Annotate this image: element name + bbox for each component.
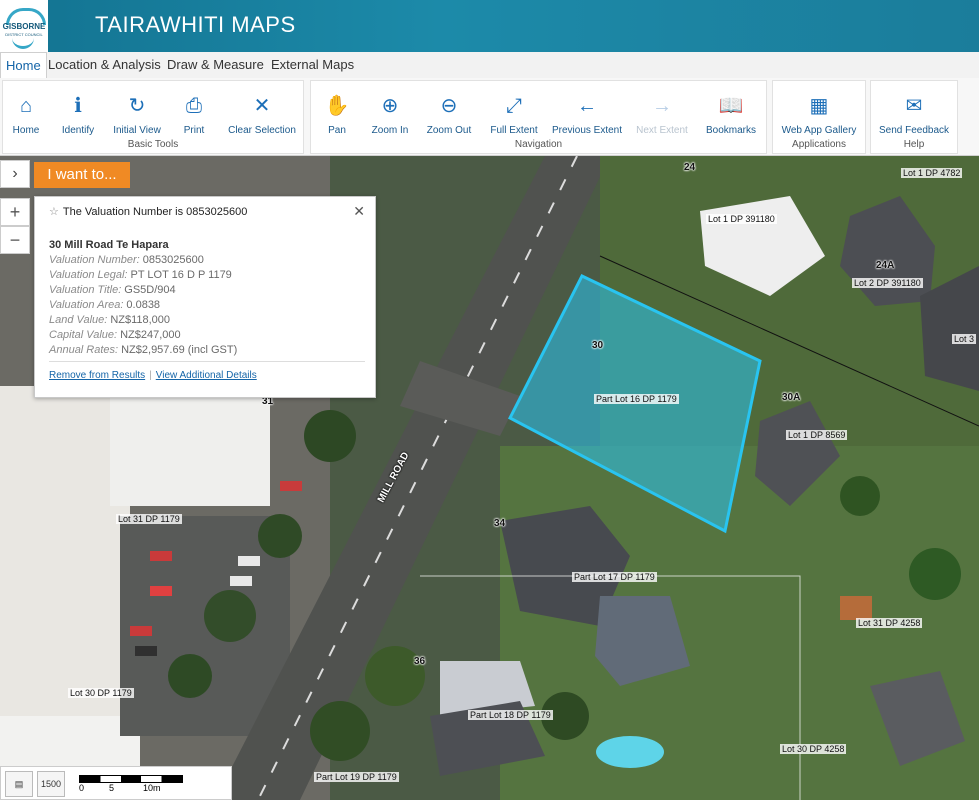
zoom-in-map-button[interactable]: + xyxy=(0,198,30,226)
popup-links: Remove from Results | View Additional Deta… xyxy=(49,361,365,381)
lot-label: Lot 1 DP 391180 xyxy=(706,214,777,224)
remove-from-results-link[interactable]: Remove from Results xyxy=(49,370,145,381)
popup-row: Valuation Legal: PT LOT 16 D P 1179 xyxy=(49,269,232,281)
pan-hand-icon: ✋ xyxy=(324,95,350,117)
popup-row: Valuation Area: 0.0838 xyxy=(49,299,161,311)
group-applications: ▦ Web App Gallery Applications xyxy=(772,80,866,154)
web-app-gallery-button[interactable]: ▦ Web App Gallery xyxy=(777,93,861,136)
identify-button[interactable]: ℹ Identify xyxy=(53,93,103,136)
ribbon-tabs: Home Location & Analysis Draw & Measure … xyxy=(0,52,979,79)
lot-label: Part Lot 17 DP 1179 xyxy=(572,572,657,582)
zoom-out-icon: ⊖ xyxy=(440,95,458,117)
house-number-36: 36 xyxy=(414,656,426,667)
lot-label: Lot 1 DP 8569 xyxy=(786,430,848,440)
initial-view-button[interactable]: ↻ Initial View xyxy=(107,93,167,136)
group-label-help: Help xyxy=(903,139,925,150)
app-banner: GISBORNE DISTRICT COUNCIL TAIRAWHITI MAP… xyxy=(0,0,979,52)
print-icon: ⎙ xyxy=(186,95,202,117)
group-navigation: ✋ Pan ⊕ Zoom In ⊖ Zoom Out ⤢ Full Extent ← Pr… xyxy=(310,80,767,154)
house-number-24: 24 xyxy=(684,162,696,173)
popup-row: Land Value: NZ$118,000 xyxy=(49,314,171,326)
popup-row: Capital Value: NZ$247,000 xyxy=(49,329,181,341)
popup-row: Valuation Title: GS5D/904 xyxy=(49,284,176,296)
identify-popup: ☆ The Valuation Number is 0853025600 ✕ 30… xyxy=(34,196,376,398)
map-bottom-tools: ▤ 1500 0 5 10m xyxy=(0,766,232,800)
app-title: TAIRAWHITI MAPS xyxy=(95,12,296,37)
full-extent-button[interactable]: ⤢ Full Extent xyxy=(487,93,541,136)
identify-icon: ℹ xyxy=(74,95,82,117)
initial-view-icon: ↻ xyxy=(128,95,146,117)
send-feedback-button[interactable]: ✉ Send Feedback xyxy=(875,93,953,136)
toolbar-ribbon: ⌂ Home ℹ Identify ↻ Initial View ⎙ Print ✕ Cl… xyxy=(0,78,979,156)
scale-input[interactable]: 1500 xyxy=(37,771,65,797)
overview-map-icon[interactable]: ▤ xyxy=(5,771,33,797)
envelope-icon: ✉ xyxy=(905,95,923,117)
popup-row: Valuation Number: 0853025600 xyxy=(49,254,204,266)
home-icon: ⌂ xyxy=(19,95,33,117)
zoom-out-map-button[interactable]: − xyxy=(0,226,30,254)
group-label-basic-tools: Basic Tools xyxy=(127,139,179,150)
star-icon[interactable]: ☆ xyxy=(49,206,59,218)
logo-wave-icon xyxy=(12,38,34,49)
group-help: ✉ Send Feedback Help xyxy=(870,80,958,154)
link-separator: | xyxy=(149,370,152,381)
print-button[interactable]: ⎙ Print xyxy=(175,93,213,136)
bookmarks-icon: 📖 xyxy=(718,95,744,117)
zoom-out-button[interactable]: ⊖ Zoom Out xyxy=(423,93,475,136)
lot-label: Part Lot 19 DP 1179 xyxy=(314,772,399,782)
lot-label: Lot 31 DP 4258 xyxy=(856,618,923,628)
lot-label: Lot 30 DP 4258 xyxy=(780,744,847,754)
tab-location-analysis[interactable]: Location & Analysis xyxy=(43,52,166,78)
next-extent-button[interactable]: → Next Extent xyxy=(633,93,691,136)
lot-label: Lot 3 xyxy=(952,334,977,344)
logo-subtext: DISTRICT COUNCIL xyxy=(5,32,43,37)
lot-label: Lot 1 DP 4782 xyxy=(901,168,963,178)
popup-header: ☆ The Valuation Number is 0853025600 xyxy=(49,205,247,218)
view-additional-details-link[interactable]: View Additional Details xyxy=(156,370,257,381)
tab-home[interactable]: Home xyxy=(0,52,47,79)
pan-button[interactable]: ✋ Pan xyxy=(321,93,353,136)
group-label-applications: Applications xyxy=(792,139,846,150)
popup-header-text: The Valuation Number is 0853025600 xyxy=(62,206,248,218)
group-basic-tools: ⌂ Home ℹ Identify ↻ Initial View ⎙ Print ✕ Cl… xyxy=(2,80,304,154)
scale-label: 5 xyxy=(109,783,115,793)
tab-draw-measure[interactable]: Draw & Measure xyxy=(162,52,269,78)
home-button[interactable]: ⌂ Home xyxy=(5,93,47,136)
clear-icon: ✕ xyxy=(253,95,271,117)
tab-external-maps[interactable]: External Maps xyxy=(266,52,359,78)
house-number-30a: 30A xyxy=(782,392,801,403)
scale-label: 10m xyxy=(143,783,161,793)
previous-extent-button[interactable]: ← Previous Extent xyxy=(551,93,623,136)
lot-label-selected: Part Lot 16 DP 1179 xyxy=(594,394,679,404)
clear-selection-button[interactable]: ✕ Clear Selection xyxy=(225,93,299,136)
logo-text: GISBORNE xyxy=(2,22,46,31)
lot-label: Lot 30 DP 1179 xyxy=(68,688,134,698)
app-gallery-icon: ▦ xyxy=(809,95,829,117)
zoom-in-button[interactable]: ⊕ Zoom In xyxy=(367,93,413,136)
lot-label: Part Lot 18 DP 1179 xyxy=(468,710,553,720)
i-want-to-button[interactable]: I want to... xyxy=(34,162,130,188)
scale-label: 0 xyxy=(79,783,85,793)
popup-title: 30 Mill Road Te Hapara xyxy=(49,239,169,251)
next-extent-icon: → xyxy=(652,95,672,117)
popup-row: Annual Rates: NZ$2,957.69 (incl GST) xyxy=(49,344,238,356)
lot-label: Lot 31 DP 1179 xyxy=(116,514,182,524)
bookmarks-button[interactable]: 📖 Bookmarks xyxy=(703,93,759,136)
scale-bar xyxy=(79,775,183,783)
lot-label: Lot 2 DP 391180 xyxy=(852,278,923,288)
full-extent-icon: ⤢ xyxy=(506,95,522,117)
previous-extent-icon: ← xyxy=(577,95,597,117)
panel-expander-button[interactable]: › xyxy=(0,160,30,188)
close-icon[interactable]: ✕ xyxy=(353,203,365,220)
house-number-34: 34 xyxy=(494,518,506,529)
house-number-30: 30 xyxy=(592,340,604,351)
house-number-24a: 24A xyxy=(876,260,895,271)
council-logo: GISBORNE DISTRICT COUNCIL xyxy=(0,0,48,52)
zoom-in-icon: ⊕ xyxy=(381,95,399,117)
group-label-navigation: Navigation xyxy=(514,139,563,150)
